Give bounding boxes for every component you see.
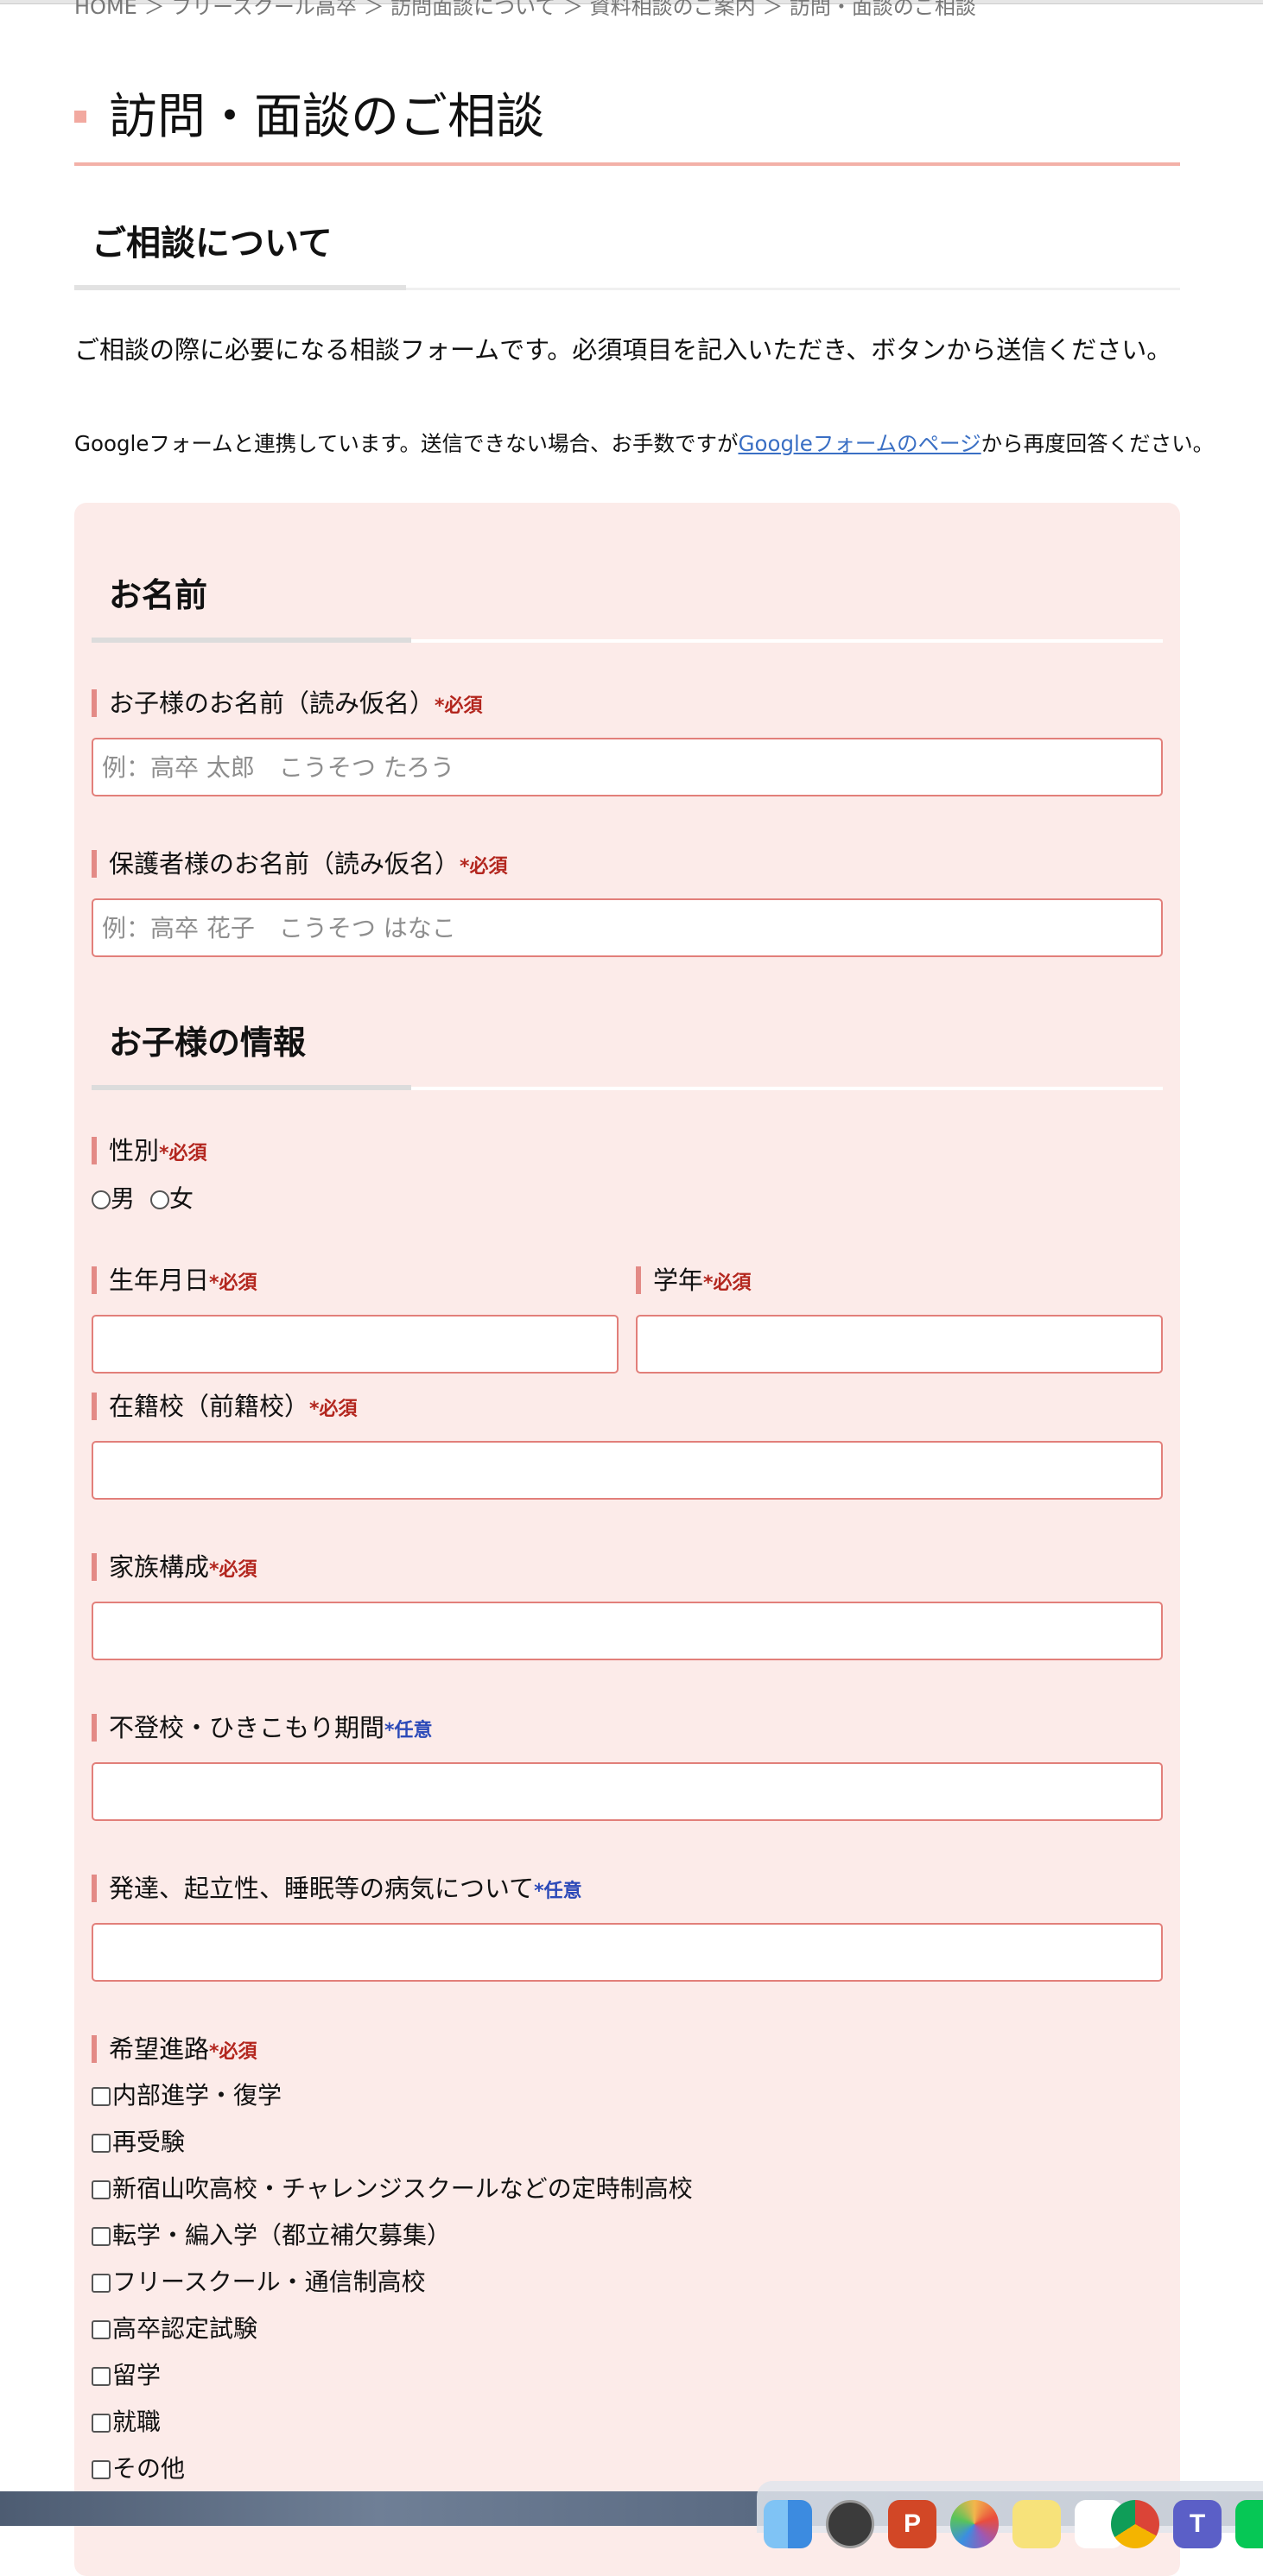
career-option: 再受験 [92,2125,693,2172]
parent-name-input[interactable] [92,898,1163,957]
gender-label-text: 性別 [109,1136,160,1165]
family-input[interactable] [92,1602,1163,1660]
gender-option-male: 男 [111,1184,136,1213]
career-option: フリースクール・通信制高校 [92,2265,693,2312]
school-label: 在籍校（前籍校）*必須 [92,1389,358,1427]
career-label: 希望進路*必須 [92,2032,257,2070]
career-checkbox[interactable] [92,2274,111,2293]
notes-icon[interactable] [1012,2500,1061,2548]
absence-period-input[interactable] [92,1762,1163,1821]
career-option-label: 内部進学・復学 [112,2081,282,2110]
career-checkbox[interactable] [92,2414,111,2433]
optional-badge: *任意 [384,1720,433,1742]
career-option-label: 新宿山吹高校・チャレンジスクールなどの定時制高校 [112,2174,693,2203]
career-option-label: 留学 [112,2361,162,2389]
career-checkbox[interactable] [92,2367,111,2386]
name-section-heading-block: お名前 [92,565,1163,643]
parent-name-label: 保護者様のお名前（読み仮名）*必須 [92,847,508,885]
career-option: 内部進学・復学 [92,2078,693,2125]
birthdate-input[interactable] [92,1315,619,1374]
health-input[interactable] [92,1923,1163,1982]
title-marker-icon [74,111,86,123]
school-label-text: 在籍校（前籍校） [109,1392,310,1421]
name-section-heading: お名前 [109,576,208,614]
note-text-after: から再度回答ください。 [981,431,1215,456]
required-badge: *必須 [209,1272,257,1294]
career-option-label: その他 [112,2454,186,2483]
career-option-label: 転学・編入学（都立補欠募集） [112,2221,452,2249]
career-option-label: 就職 [112,2408,162,2436]
career-checkbox[interactable] [92,2460,111,2479]
safari-icon[interactable] [826,2500,874,2548]
teams-icon[interactable]: T [1173,2500,1222,2548]
absence-period-label: 不登校・ひきこもり期間*任意 [92,1710,433,1748]
google-form-link[interactable]: Googleフォームのページ [738,431,981,456]
google-form-note: Googleフォームと連携しています。送信できない場合、お手数ですがGoogle… [74,427,1215,461]
school-input[interactable] [92,1441,1163,1500]
gender-radio-group: 男女 [92,1182,209,1216]
note-text-before: Googleフォームと連携しています。送信できない場合、お手数ですが [74,431,739,456]
career-checkbox[interactable] [92,2087,111,2106]
clipped-breadcrumb: HOME ＞ フリースクール高卒 ＞ 訪問面談について ＞ 資料相談のご案内 ＞… [74,0,976,19]
photos-icon[interactable] [950,2500,999,2548]
career-option: 新宿山吹高校・チャレンジスクールなどの定時制高校 [92,2172,693,2218]
gender-label: 性別*必須 [92,1133,207,1171]
career-option: 就職 [92,2405,693,2452]
required-badge: *必須 [209,2041,257,2063]
dock: P T [757,2481,1263,2548]
required-badge: *必須 [703,1272,752,1294]
career-checkbox[interactable] [92,2320,111,2339]
child-name-label-text: お子様のお名前（読み仮名） [109,688,435,718]
child-name-input[interactable] [92,738,1163,796]
page-title: 訪問・面談のご相談 [109,89,544,145]
parent-name-label-text: 保護者様のお名前（読み仮名） [109,849,460,879]
career-option: 留学 [92,2358,693,2405]
child-section-heading-block: お子様の情報 [92,1012,1163,1090]
optional-badge: *任意 [534,1881,582,1902]
family-label-text: 家族構成 [109,1552,210,1582]
section-underline-accent [92,638,411,643]
gender-radio-female[interactable] [150,1190,170,1209]
required-badge: *必須 [460,856,508,878]
grade-input[interactable] [636,1315,1163,1374]
chrome-icon[interactable] [1111,2500,1159,2548]
career-checkbox[interactable] [92,2180,111,2199]
career-option: 転学・編入学（都立補欠募集） [92,2218,693,2265]
career-checkbox[interactable] [92,2227,111,2246]
health-label-text: 発達、起立性、睡眠等の病気について [109,1874,535,1903]
line-icon[interactable] [1235,2500,1263,2548]
child-section-heading: お子様の情報 [109,1024,307,1062]
about-heading: ご相談について [92,224,333,263]
required-badge: *必須 [159,1143,207,1164]
health-label: 発達、起立性、睡眠等の病気について*任意 [92,1871,582,1909]
gender-radio-male[interactable] [92,1190,111,1209]
career-option: 高卒認定試験 [92,2312,693,2358]
heading-underline-accent [74,285,406,290]
career-label-text: 希望進路 [109,2034,210,2064]
career-option-label: 高卒認定試験 [112,2314,258,2343]
section-underline-accent [92,1085,411,1090]
family-label: 家族構成*必須 [92,1550,257,1588]
required-badge: *必須 [309,1399,358,1420]
career-option-label: フリースクール・通信制高校 [112,2268,426,2296]
career-checkbox[interactable] [92,2134,111,2153]
required-badge: *必須 [209,1559,257,1581]
child-name-label: お子様のお名前（読み仮名）*必須 [92,686,483,724]
about-heading-block: ご相談について [74,204,1180,290]
powerpoint-icon[interactable]: P [888,2500,936,2548]
page-title-block: 訪問・面談のご相談 [74,86,1180,166]
grade-label-text: 学年 [653,1266,704,1295]
gender-option-female: 女 [169,1184,194,1213]
finder-icon[interactable] [764,2500,812,2548]
birthdate-label-text: 生年月日 [109,1266,210,1295]
absence-period-label-text: 不登校・ひきこもり期間 [109,1713,385,1742]
required-badge: *必須 [435,695,483,717]
birthdate-label: 生年月日*必須 [92,1263,257,1301]
intro-text: ご相談の際に必要になる相談フォームです。必須項目を記入いただき、ボタンから送信く… [74,335,1172,365]
career-checkbox-list: 内部進学・復学 再受験 新宿山吹高校・チャレンジスクールなどの定時制高校 転学・… [92,2078,693,2498]
grade-label: 学年*必須 [636,1263,752,1301]
career-option-label: 再受験 [112,2128,186,2156]
